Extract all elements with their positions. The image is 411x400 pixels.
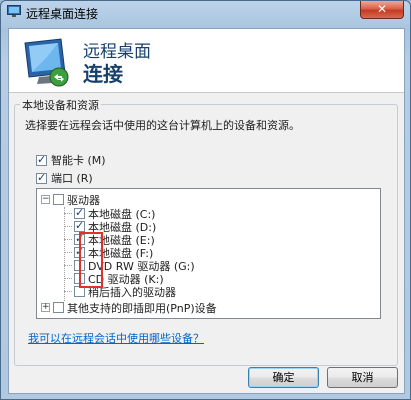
expand-icon[interactable]: + (41, 303, 50, 312)
tree-guide-line (64, 291, 72, 292)
smartcard-label: 智能卡 (M) (51, 154, 106, 167)
dialog-window: 远程桌面连接 ✕ 远程桌面 连接 本地设备和资源 选择要在远程会话中使用的这台计… (0, 0, 411, 400)
close-button[interactable]: ✕ (360, 1, 404, 19)
ports-label: 端口 (R) (51, 172, 93, 185)
pnp-label: 其他支持的即插即用(PnP)设备 (67, 301, 217, 315)
dialog-header: 远程桌面 连接 (9, 29, 404, 92)
tree-guide-line (64, 207, 65, 301)
drive-c-checkbox[interactable] (74, 206, 85, 219)
dialog-client: 远程桌面 连接 本地设备和资源 选择要在远程会话中使用的这台计算机上的设备和资源… (8, 28, 405, 394)
ok-button[interactable]: 确定 (248, 367, 319, 388)
ports-checkbox[interactable] (36, 171, 47, 184)
group-description: 选择要在远程会话中使用的这台计算机上的设备和资源。 (25, 119, 300, 132)
group-legend: 本地设备和资源 (20, 97, 101, 113)
local-devices-group: 本地设备和资源 选择要在远程会话中使用的这台计算机上的设备和资源。 智能卡 (M… (14, 97, 398, 366)
tree-guide-line (64, 239, 72, 240)
tree-guide-line (64, 226, 72, 227)
tree-item-pnp[interactable]: + 其他支持的即插即用(PnP)设备 (41, 301, 217, 315)
help-link[interactable]: 我可以在远程会话中使用哪些设备？ (28, 330, 204, 346)
smartcard-option[interactable]: 智能卡 (M) (36, 152, 106, 168)
tree-guide-line (64, 252, 72, 253)
title-bar[interactable]: 远程桌面连接 ✕ (1, 1, 410, 23)
tree-item-drives[interactable]: − 驱动器 (41, 193, 100, 207)
tree-guide-line (64, 265, 72, 266)
remote-desktop-icon (7, 5, 21, 17)
smartcard-checkbox[interactable] (36, 153, 47, 166)
cancel-button[interactable]: 取消 (327, 367, 398, 388)
tree-guide-line (64, 278, 72, 279)
drives-checkbox[interactable] (53, 194, 64, 205)
window-title: 远程桌面连接 (26, 7, 99, 21)
remote-desktop-monitor-icon (24, 38, 69, 87)
close-icon: ✕ (376, 2, 388, 16)
collapse-icon[interactable]: − (41, 195, 50, 204)
drive-d-checkbox[interactable] (74, 219, 85, 232)
header-title-line2: 连接 (83, 62, 123, 86)
red-highlight-annotation (79, 232, 103, 288)
tree-guide-line (64, 213, 72, 214)
pnp-checkbox[interactable] (53, 302, 64, 313)
ports-option[interactable]: 端口 (R) (36, 170, 93, 186)
header-divider (9, 92, 404, 93)
